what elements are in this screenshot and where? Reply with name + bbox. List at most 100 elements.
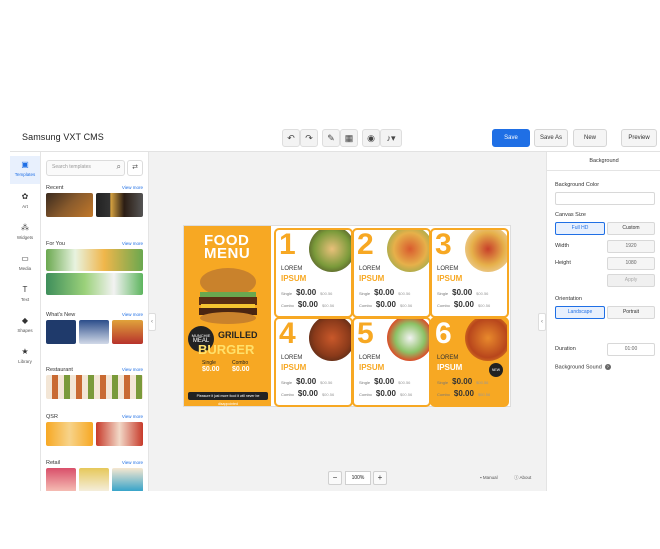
template-thumb[interactable]: [46, 468, 76, 491]
templates-panel: Search templates ⌕ ⇄ Recent View more Fo…: [41, 152, 149, 491]
rail-item-media[interactable]: ▭ Media: [10, 250, 40, 278]
view-more-link[interactable]: View more: [122, 241, 143, 246]
food-image: [387, 230, 429, 272]
width-label: Width: [555, 243, 570, 249]
apply-button[interactable]: Apply: [607, 274, 655, 287]
search-input[interactable]: Search templates ⌕: [46, 160, 125, 176]
new-button[interactable]: New: [573, 129, 607, 147]
media-icon: ▭: [21, 254, 29, 263]
width-field[interactable]: 1920: [607, 240, 655, 253]
menu-card: 3 LOREM IPSUM Single $0.00 $00.56 Combo $0.…: [430, 228, 509, 318]
rail-item-templates[interactable]: ▣ Templates: [10, 156, 40, 184]
zoom-level[interactable]: 100%: [345, 471, 371, 485]
redo-icon[interactable]: ↷: [300, 129, 318, 147]
template-thumb[interactable]: [112, 468, 143, 491]
height-field[interactable]: 1080: [607, 257, 655, 270]
zoom-in-button[interactable]: +: [373, 471, 387, 485]
bg-sound-row: Background Sound?: [555, 364, 611, 370]
menu-card: 4 LOREM IPSUM Single $0.00 $00.56 Combo $0.…: [274, 317, 353, 407]
price-combo: Combo $0.00: [232, 360, 250, 373]
save-button[interactable]: Save: [492, 129, 530, 147]
poster-hero: FOOD MENU MUNCHIE MEAL GRILLED BURGER Si…: [184, 226, 271, 406]
widgets-icon: ⁂: [21, 223, 29, 232]
rail-item-widgets[interactable]: ⁂ Widgets: [10, 219, 40, 247]
library-icon: ★: [21, 347, 29, 356]
collapse-left-panel-button[interactable]: ‹: [148, 313, 156, 331]
canvas-size-label: Canvas Size: [555, 212, 586, 218]
poster-footer-text: Pleasure it just more food it will never…: [188, 392, 268, 406]
new-badge: NEW: [489, 363, 503, 377]
template-thumb[interactable]: [79, 468, 109, 491]
template-thumb[interactable]: [96, 193, 143, 217]
duration-field[interactable]: 01:00: [607, 343, 655, 356]
top-toolbar: Samsung VXT CMS ↶ ↷ ✎ ▦ ◉ ♪▾ Save Save A…: [10, 123, 660, 152]
brush-icon[interactable]: ✎: [322, 129, 340, 147]
text-icon: T: [22, 285, 28, 294]
poster-grilled: GRILLED: [218, 330, 258, 340]
rail-item-text[interactable]: T Text: [10, 281, 40, 309]
food-image: [309, 319, 351, 361]
left-rail: ▣ Templates ✿ Art ⁂ Widgets ▭ Media T Te…: [10, 152, 41, 491]
duration-label: Duration: [555, 346, 576, 352]
menu-card: 5 LOREM IPSUM Single $0.00 $00.56 Combo $0.…: [352, 317, 431, 407]
template-thumbnails: [46, 375, 143, 399]
filter-icon[interactable]: ⇄: [127, 160, 143, 176]
template-thumb[interactable]: [79, 320, 109, 344]
zoom-out-button[interactable]: −: [328, 471, 342, 485]
bg-color-field[interactable]: [555, 192, 655, 205]
manual-icon: ▪: [480, 475, 482, 480]
template-thumb[interactable]: [46, 320, 76, 344]
poster-headline-menu: MENU: [204, 245, 251, 262]
template-thumbnails: [46, 193, 143, 217]
preview-button[interactable]: Preview: [621, 129, 657, 147]
undo-icon[interactable]: ↶: [282, 129, 300, 147]
bg-sound-label: Background Sound: [555, 364, 602, 371]
template-thumbnails: [46, 249, 143, 295]
rail-item-library[interactable]: ★ Library: [10, 343, 40, 371]
sound-icon[interactable]: ♪▾: [380, 129, 402, 147]
bg-color-label: Background Color: [555, 182, 600, 188]
template-thumb[interactable]: [46, 193, 93, 217]
save-as-button[interactable]: Save As: [534, 129, 568, 147]
info-icon: ⓘ: [514, 475, 519, 480]
size-full-hd-option[interactable]: Full HD: [555, 222, 605, 235]
manual-link[interactable]: ▪ Manual: [480, 475, 498, 480]
view-more-link[interactable]: View more: [122, 414, 143, 419]
rail-item-shapes[interactable]: ◆ Shapes: [10, 312, 40, 340]
food-image: [387, 319, 429, 361]
height-label: Height: [555, 260, 571, 266]
view-more-link[interactable]: View more: [122, 185, 143, 190]
rail-item-art[interactable]: ✿ Art: [10, 188, 40, 216]
food-image: [465, 319, 507, 361]
templates-icon: ▣: [21, 160, 29, 169]
search-icon: ⌕: [116, 162, 121, 171]
template-thumbnails: [46, 422, 143, 446]
about-link[interactable]: ⓘ About: [514, 475, 531, 481]
view-more-link[interactable]: View more: [122, 367, 143, 372]
orientation-landscape-option[interactable]: Landscape: [555, 306, 605, 319]
design-canvas[interactable]: FOOD MENU MUNCHIE MEAL GRILLED BURGER Si…: [184, 226, 510, 407]
poster-burger: BURGER: [198, 342, 255, 357]
orientation-label: Orientation: [555, 296, 582, 302]
view-more-link[interactable]: View more: [122, 312, 143, 317]
grid-icon[interactable]: ▦: [340, 129, 358, 147]
menu-card: 2 LOREM IPSUM Single $0.00 $00.56 Combo $0.…: [352, 228, 431, 318]
tab-background[interactable]: Background: [547, 152, 660, 171]
collapse-right-panel-button[interactable]: ‹: [538, 313, 546, 331]
template-thumb[interactable]: [96, 422, 143, 446]
layers-icon[interactable]: ◉: [362, 129, 380, 147]
template-thumb[interactable]: [46, 273, 143, 295]
template-thumbnails: [46, 320, 143, 344]
size-custom-option[interactable]: Custom: [607, 222, 655, 235]
orientation-portrait-option[interactable]: Portrait: [607, 306, 655, 319]
food-image: [309, 230, 351, 272]
shapes-icon: ◆: [21, 316, 29, 325]
menu-card: 1 LOREM IPSUM Single $0.00 $00.56 Combo $0.…: [274, 228, 353, 318]
view-more-link[interactable]: View more: [122, 460, 143, 465]
menu-card: 6 LOREM IPSUM NEW Single $0.00 $00.56 Comb…: [430, 317, 509, 407]
help-icon[interactable]: ?: [604, 364, 611, 370]
template-thumb[interactable]: [112, 320, 143, 344]
template-thumb[interactable]: [46, 249, 143, 271]
template-thumb[interactable]: [46, 422, 93, 446]
template-thumb[interactable]: [46, 375, 143, 399]
